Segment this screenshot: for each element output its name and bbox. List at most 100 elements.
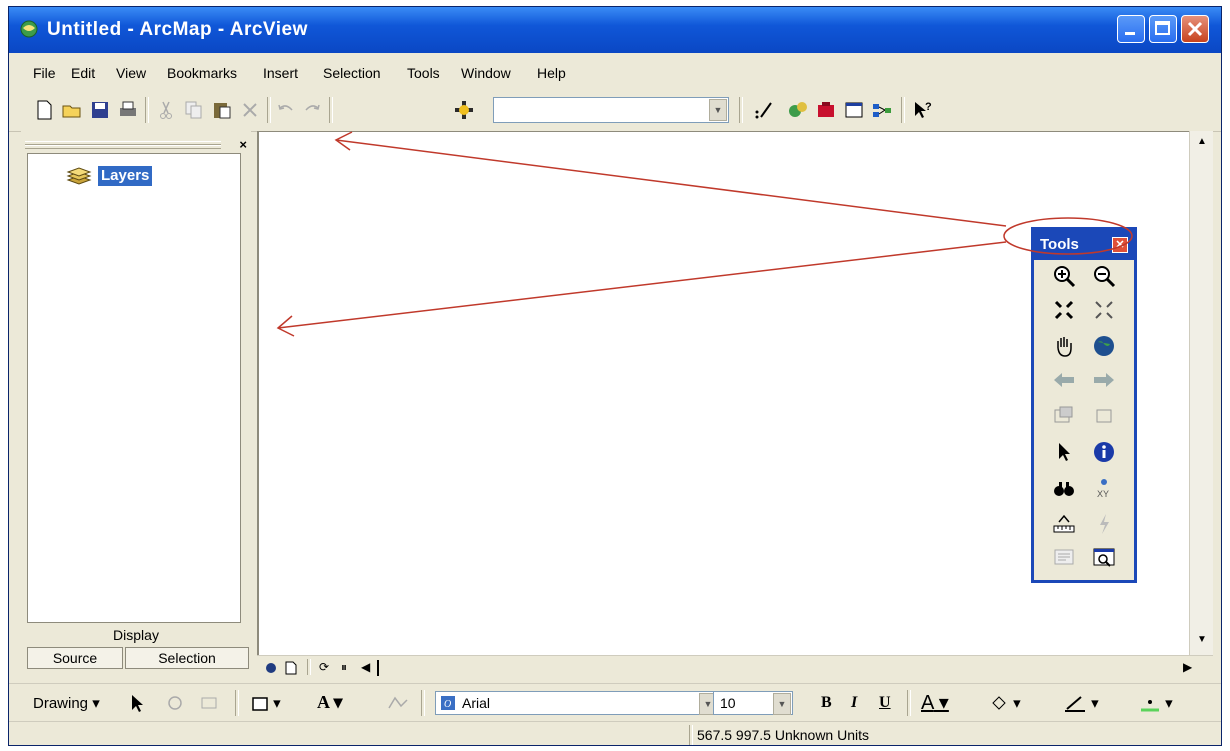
find-icon[interactable] [1050, 474, 1078, 502]
toolbar-separator [235, 690, 239, 716]
select-elements-icon[interactable] [129, 693, 147, 713]
delete-icon[interactable] [239, 99, 261, 121]
create-viewer-icon[interactable] [1090, 544, 1118, 572]
menu-file[interactable]: File [33, 65, 56, 81]
line-color-button[interactable]: ▾ [1063, 694, 1099, 713]
pan-icon[interactable] [1050, 332, 1078, 360]
copy-icon[interactable] [183, 99, 205, 121]
drawing-label: Drawing [33, 695, 89, 712]
edit-vertices-icon[interactable] [387, 694, 409, 712]
map-scale-combobox[interactable]: ▼ [493, 97, 729, 123]
menu-bar: File Edit View Bookmarks Insert Selectio… [9, 53, 1221, 92]
chevron-down-icon[interactable]: ▼ [773, 693, 791, 715]
html-popup-icon[interactable] [1050, 544, 1078, 572]
select-features-icon[interactable] [1050, 402, 1078, 430]
clear-selection-icon[interactable] [1090, 402, 1118, 430]
marker-color-button[interactable]: ▾ [1139, 694, 1173, 713]
arccatalog-icon[interactable] [787, 99, 809, 121]
model-builder-icon[interactable] [871, 99, 893, 121]
status-coordinates: 567.5 997.5 Unknown Units [697, 727, 869, 743]
scrollbar-thumb[interactable] [377, 660, 379, 676]
hyperlink-icon[interactable] [1090, 510, 1118, 538]
back-extent-icon[interactable] [1050, 366, 1078, 394]
fixed-zoom-out-icon[interactable] [1090, 296, 1118, 324]
save-icon[interactable] [89, 99, 111, 121]
tools-close-icon[interactable]: ✕ [1112, 237, 1128, 253]
arctoolbox-icon[interactable] [815, 99, 837, 121]
command-line-icon[interactable] [843, 99, 865, 121]
font-color-button[interactable]: A ▾ [921, 690, 949, 715]
fixed-zoom-in-icon[interactable] [1050, 296, 1078, 324]
maximize-icon [1155, 21, 1170, 35]
rotate-icon[interactable] [165, 694, 185, 712]
zoom-out-icon[interactable] [1090, 262, 1118, 290]
editor-toolbar-icon[interactable] [753, 99, 775, 121]
full-extent-icon[interactable] [1090, 332, 1118, 360]
rectangle-tool-button[interactable]: ▾ [251, 694, 281, 712]
cut-icon[interactable] [155, 99, 177, 121]
measure-icon[interactable] [1050, 510, 1078, 538]
bold-button[interactable]: B [821, 694, 832, 712]
status-bar: 567.5 997.5 Unknown Units [9, 721, 1221, 745]
vertical-scrollbar[interactable]: ▲ ▼ [1189, 131, 1213, 655]
scroll-left-icon[interactable]: ◀ [361, 660, 370, 674]
title-bar[interactable]: Untitled - ArcMap - ArcView [9, 7, 1221, 53]
zoom-to-selected-elements-icon[interactable] [199, 694, 221, 712]
fill-color-button[interactable]: ▾ [989, 694, 1021, 713]
maximize-button[interactable] [1149, 15, 1177, 43]
italic-button[interactable]: I [851, 694, 857, 712]
scroll-down-icon[interactable]: ▼ [1193, 631, 1211, 649]
dock-grip[interactable] [25, 145, 221, 149]
menu-insert[interactable]: Insert [263, 65, 298, 81]
tab-source[interactable]: Source [27, 647, 123, 669]
pause-drawing-icon[interactable]: ⏸ [341, 660, 347, 675]
paste-icon[interactable] [211, 99, 233, 121]
menu-help[interactable]: Help [537, 65, 566, 81]
tab-selection[interactable]: Selection [125, 647, 249, 669]
toc-header: × [21, 135, 251, 155]
tools-title-bar[interactable]: Tools ✕ [1034, 230, 1134, 260]
toc-close-icon[interactable]: × [239, 137, 247, 152]
tools-title: Tools [1040, 236, 1079, 253]
toolbar-separator [329, 97, 333, 123]
tab-display[interactable]: Display [21, 627, 251, 647]
tools-toolbar: Tools ✕ XY [1031, 227, 1137, 583]
underline-button[interactable]: U [879, 694, 891, 712]
redo-icon[interactable] [301, 99, 323, 121]
add-data-icon[interactable] [453, 99, 475, 121]
whats-this-help-icon[interactable]: ? [911, 99, 933, 121]
menu-edit[interactable]: Edit [71, 65, 95, 81]
standard-toolbar: ▼ ? [9, 91, 1221, 132]
status-separator [689, 725, 693, 745]
text-tool-button[interactable]: A ▾ [317, 692, 343, 713]
scroll-right-icon[interactable]: ▶ [1183, 660, 1192, 674]
undo-icon[interactable] [275, 99, 297, 121]
font-color-icon: A [921, 692, 934, 714]
menu-bookmarks[interactable]: Bookmarks [167, 65, 237, 81]
menu-tools[interactable]: Tools [407, 65, 440, 81]
refresh-icon[interactable]: ⟳ [319, 660, 329, 674]
new-document-icon[interactable] [33, 99, 55, 121]
select-elements-icon[interactable] [1050, 438, 1078, 466]
menu-view[interactable]: View [116, 65, 146, 81]
menu-window[interactable]: Window [461, 65, 511, 81]
toolbar-separator [739, 97, 743, 123]
zoom-in-icon[interactable] [1050, 262, 1078, 290]
print-icon[interactable] [117, 99, 139, 121]
menu-selection[interactable]: Selection [323, 65, 381, 81]
data-view-icon[interactable] [265, 662, 277, 674]
font-name-select[interactable]: O Arial ▼ [435, 691, 719, 715]
scroll-up-icon[interactable]: ▲ [1193, 133, 1211, 151]
layout-view-icon[interactable] [285, 661, 297, 675]
forward-extent-icon[interactable] [1090, 366, 1118, 394]
font-size-select[interactable]: 10 ▼ [713, 691, 793, 715]
open-folder-icon[interactable] [61, 99, 83, 121]
go-to-xy-icon[interactable]: XY [1090, 474, 1118, 502]
chevron-down-icon[interactable]: ▼ [709, 99, 727, 121]
svg-text:?: ? [925, 101, 932, 113]
drawing-menu-button[interactable]: Drawing ▾ [33, 694, 100, 712]
close-button[interactable] [1181, 15, 1209, 43]
minimize-button[interactable] [1117, 15, 1145, 43]
toolbar-separator [145, 97, 149, 123]
identify-icon[interactable] [1090, 438, 1118, 466]
